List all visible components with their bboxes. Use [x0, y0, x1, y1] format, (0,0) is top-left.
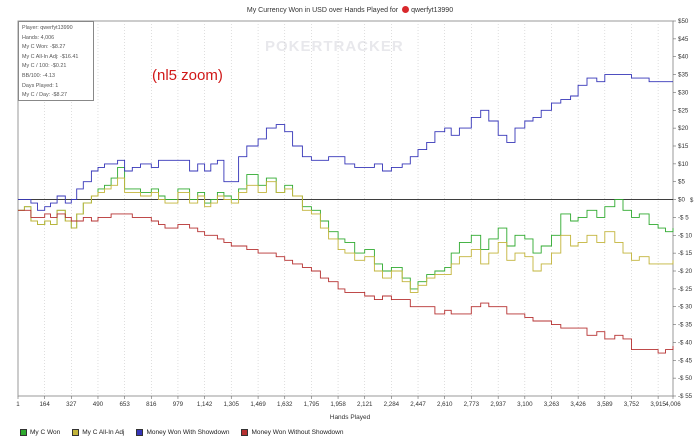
y-tick-label: $35: [678, 72, 689, 79]
y-tick-label: -$ 5: [678, 214, 689, 221]
x-tick-label: 2,773: [464, 401, 480, 408]
y-tick-label: -$ 10: [678, 232, 693, 239]
stats-line-bb-100: BB/100: -4.13: [22, 72, 55, 79]
x-tick-label: 653: [119, 401, 130, 408]
y-tick-label: -$ 35: [678, 322, 693, 329]
x-tick-label: 979: [173, 401, 184, 408]
x-tick-label: 3,426: [570, 401, 586, 408]
stats-line-won: My C Won: -$8.27: [22, 44, 66, 51]
legend-label: My C All-In Adj: [82, 429, 125, 436]
x-tick-label: 816: [146, 401, 157, 408]
legend-label: My C Won: [30, 429, 61, 436]
stats-line-player: Player: qwerfyt13990: [22, 25, 73, 31]
y-tick-label: -$ 30: [678, 304, 693, 311]
x-tick-label: 3,263: [544, 401, 560, 408]
series-with-showdown: [18, 74, 673, 211]
legend-item-my-c-won[interactable]: My C Won: [20, 429, 60, 436]
legend-swatch: [136, 429, 144, 436]
x-tick-label: 2,447: [410, 401, 426, 408]
x-tick-label: 2,937: [490, 401, 506, 408]
x-tick-label: 3,100: [517, 401, 533, 408]
legend-item-with-showdown[interactable]: Money Won With Showdown: [136, 429, 229, 436]
x-tick-label: 1,469: [250, 401, 266, 408]
y-tick-label: $0: [678, 197, 685, 204]
legend: My C Won My C All-In Adj Money Won With …: [0, 425, 700, 440]
x-tick-label: 1,958: [330, 401, 346, 408]
y-tick-label: $50: [678, 18, 689, 25]
x-tick-label: 2,284: [384, 401, 400, 408]
x-tick-label: 1: [16, 401, 20, 408]
y-tick-label: $10: [678, 161, 689, 168]
x-tick-label: 1,142: [197, 401, 213, 408]
zoom-annotation: (nl5 zoom): [152, 67, 223, 84]
y-tick-label: $45: [678, 36, 689, 43]
y-tick-label: $25: [678, 107, 689, 114]
stats-line-allin-adj: My C All-In Adj: -$16.41: [22, 53, 79, 60]
y-tick-label: -$ 20: [678, 268, 693, 275]
legend-label: Money Won With Showdown: [146, 429, 230, 436]
stats-line-days: Days Played: 1: [22, 82, 59, 89]
legend-item-all-in-adj[interactable]: My C All-In Adj: [72, 429, 124, 436]
stats-line-per-100: My C / 100: -$0.21: [22, 63, 67, 70]
x-tick-label: 1,632: [277, 401, 293, 408]
x-tick-label: 2,121: [357, 401, 373, 408]
x-tick-label: 4,006: [665, 401, 681, 408]
legend-swatch: [72, 429, 80, 436]
axis-layer: 1 164 327 490 653 816 979 1,142 1,305 1,469 1,632 1…: [16, 18, 692, 408]
series-without-showdown: [18, 209, 674, 354]
x-tick-label: 1,795: [304, 401, 320, 408]
plot-area: 1 164 327 490 653 816 979 1,142 1,305 1,469 1,632 1…: [16, 18, 692, 408]
x-tick-label: 3,752: [624, 401, 640, 408]
x-tick-label: 490: [93, 401, 104, 408]
grid-layer: [17, 20, 674, 397]
stats-line-per-day: My C / Day: -$8.27: [22, 92, 67, 99]
x-tick-label: 327: [66, 401, 77, 408]
series-layer: [18, 74, 674, 354]
series-all-in-adj: [18, 177, 674, 293]
x-axis-label: Hands Played: [329, 414, 371, 421]
y-tick-label: $40: [678, 54, 689, 61]
y-tick-label: -$ 45: [678, 357, 693, 364]
y-tick-label: $20: [678, 125, 689, 132]
legend-item-without-showdown[interactable]: Money Won Without Showdown: [241, 429, 343, 436]
legend-label: Money Won Without Showdown: [251, 429, 344, 436]
stats-line-hands: Hands: 4,006: [22, 34, 55, 41]
y-tick-label: -$ 40: [678, 339, 693, 346]
y-tick-label: $5: [678, 179, 685, 186]
y-tick-label: -$ 55: [678, 393, 693, 400]
x-tick-label: 1,305: [224, 401, 240, 408]
y-tick-label: -$ 15: [678, 250, 693, 257]
y-tick-label: $30: [678, 89, 689, 96]
x-tick-label: 2,610: [437, 401, 453, 408]
stats-box: Player: qwerfyt13990 Hands: 4,006 My C W…: [18, 21, 94, 101]
legend-swatch: [20, 429, 27, 436]
y-axis-label: $: [690, 198, 694, 204]
x-tick-label: 3,589: [597, 401, 613, 408]
x-tick-label: 3,915: [650, 401, 666, 408]
y-tick-label: $15: [678, 143, 689, 150]
legend-swatch: [241, 429, 249, 436]
plot-frame: [17, 20, 674, 397]
y-tick-label: -$ 50: [678, 375, 693, 382]
x-tick-label: 164: [39, 401, 50, 408]
y-tick-label: -$ 25: [678, 286, 693, 293]
